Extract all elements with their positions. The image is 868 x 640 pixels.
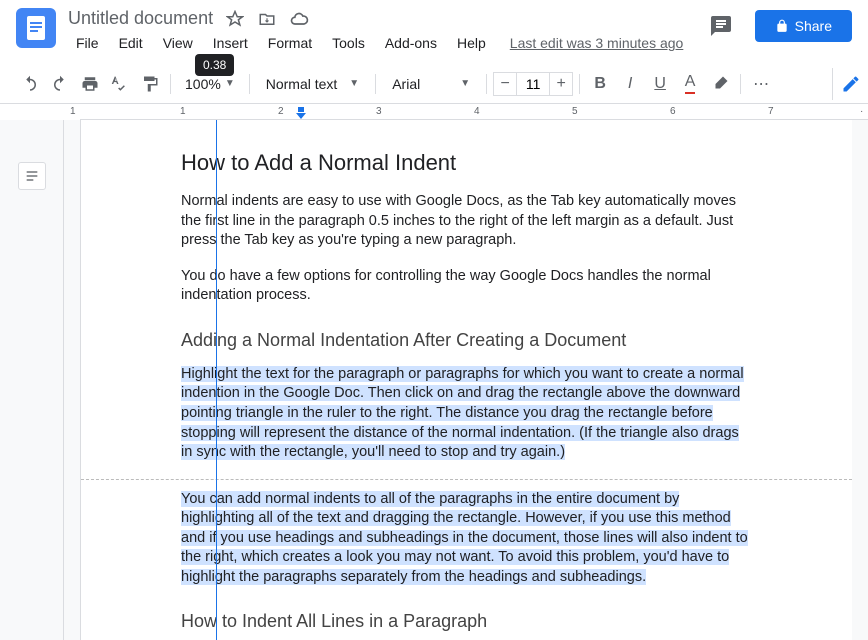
share-button[interactable]: Share: [755, 10, 852, 42]
last-edit-link[interactable]: Last edit was 3 minutes ago: [510, 35, 684, 51]
doc-title[interactable]: Untitled document: [68, 8, 213, 29]
chevron-down-icon: ▼: [225, 78, 235, 89]
print-button[interactable]: [76, 70, 104, 98]
first-line-indent-marker[interactable]: [296, 107, 306, 117]
heading-1[interactable]: How to Add a Normal Indent: [181, 150, 752, 176]
bold-button[interactable]: B: [586, 70, 614, 98]
menu-insert[interactable]: Insert: [205, 31, 256, 55]
style-dropdown[interactable]: Normal text▼: [256, 72, 369, 96]
paragraph[interactable]: Highlight the text for the paragraph or …: [181, 365, 752, 463]
menu-format[interactable]: Format: [260, 31, 320, 55]
lock-icon: [775, 19, 789, 33]
separator: [579, 74, 580, 94]
cloud-icon[interactable]: [289, 9, 309, 29]
heading-3[interactable]: How to Indent All Lines in a Paragraph: [181, 611, 752, 632]
spellcheck-button[interactable]: [106, 70, 134, 98]
redo-button[interactable]: [46, 70, 74, 98]
menu-edit[interactable]: Edit: [111, 31, 151, 55]
separator: [170, 74, 171, 94]
separator: [740, 74, 741, 94]
italic-button[interactable]: I: [616, 70, 644, 98]
docs-logo[interactable]: [16, 8, 56, 48]
separator: [375, 74, 376, 94]
font-size-decrease[interactable]: −: [493, 72, 517, 96]
outline-button[interactable]: [18, 162, 46, 190]
share-label: Share: [795, 18, 832, 34]
chevron-down-icon: ▼: [460, 78, 470, 89]
heading-2[interactable]: Adding a Normal Indentation After Creati…: [181, 330, 752, 351]
menu-view[interactable]: View: [155, 31, 201, 55]
page-break: [81, 479, 852, 480]
document-page[interactable]: How to Add a Normal Indent Normal indent…: [80, 120, 852, 640]
highlight-button[interactable]: [706, 70, 734, 98]
edit-mode-button[interactable]: [832, 68, 868, 100]
undo-button[interactable]: [16, 70, 44, 98]
font-size-input[interactable]: [517, 72, 549, 96]
menu-addons[interactable]: Add-ons: [377, 31, 445, 55]
chevron-down-icon: ▼: [349, 78, 359, 89]
underline-button[interactable]: U: [646, 70, 674, 98]
more-button[interactable]: ⋯: [747, 70, 775, 98]
star-icon[interactable]: [225, 9, 245, 29]
comments-button[interactable]: [703, 8, 739, 44]
separator: [249, 74, 250, 94]
page-container[interactable]: How to Add a Normal Indent Normal indent…: [64, 120, 868, 640]
indent-guide-line: [216, 120, 217, 640]
menu-file[interactable]: File: [68, 31, 107, 55]
paragraph[interactable]: You do have a few options for controllin…: [181, 267, 752, 306]
paragraph[interactable]: You can add normal indents to all of the…: [181, 490, 752, 588]
indent-tooltip: 0.38: [195, 54, 234, 76]
paragraph[interactable]: Normal indents are easy to use with Goog…: [181, 192, 752, 251]
menu-tools[interactable]: Tools: [324, 31, 373, 55]
ruler[interactable]: 1 1 2 3 4 5 6 7 ·: [80, 104, 868, 120]
text-color-button[interactable]: A: [676, 70, 704, 98]
paint-format-button[interactable]: [136, 70, 164, 98]
move-icon[interactable]: [257, 9, 277, 29]
font-size-increase[interactable]: +: [549, 72, 573, 96]
menu-help[interactable]: Help: [449, 31, 494, 55]
separator: [486, 74, 487, 94]
font-dropdown[interactable]: Arial▼: [382, 72, 480, 96]
